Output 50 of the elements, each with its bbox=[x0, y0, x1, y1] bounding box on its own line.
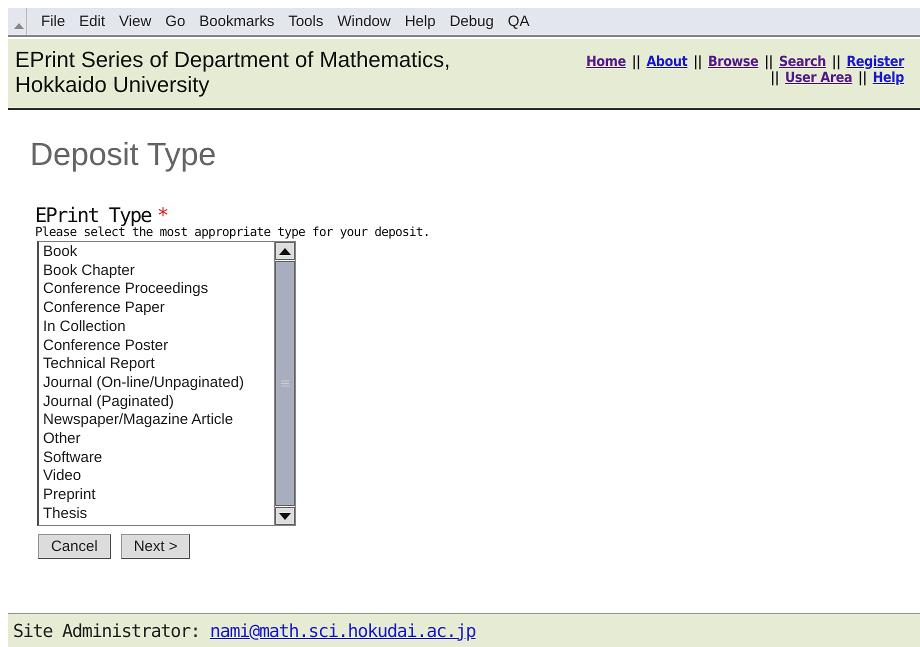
site-title: Hokkaido University bbox=[15, 72, 210, 98]
nav-separator: || bbox=[858, 70, 867, 86]
menu-item[interactable]: Debug bbox=[450, 13, 494, 30]
menu-item[interactable]: Help bbox=[404, 13, 436, 30]
list-option[interactable]: Journal (On-line/Unpaginated) bbox=[43, 374, 274, 393]
list-option[interactable]: Conference Proceedings bbox=[43, 280, 274, 300]
menu-item[interactable]: Go bbox=[165, 13, 186, 30]
nav-separator: || bbox=[764, 54, 773, 70]
list-option[interactable]: Other bbox=[43, 430, 274, 449]
nav-link[interactable]: About bbox=[646, 54, 688, 70]
list-option[interactable]: Conference Paper bbox=[43, 299, 274, 318]
list-option[interactable]: Thesis bbox=[43, 504, 274, 524]
menu-item[interactable]: View bbox=[119, 13, 152, 30]
list-option[interactable]: Book Chapter bbox=[43, 262, 274, 280]
footer-label: Site Administrator: bbox=[13, 620, 200, 642]
menu-item[interactable]: File bbox=[41, 13, 66, 30]
nav-link[interactable]: User Area bbox=[785, 70, 852, 86]
list-option[interactable]: Book bbox=[43, 243, 274, 262]
list-option[interactable]: Journal (Paginated) bbox=[43, 392, 274, 412]
nav-link[interactable]: Browse bbox=[708, 54, 758, 70]
menu-item[interactable]: Bookmarks bbox=[199, 13, 274, 30]
list-option[interactable]: In Collection bbox=[43, 318, 274, 337]
nav-separator: || bbox=[693, 54, 702, 70]
nav-link[interactable]: Register bbox=[846, 54, 904, 70]
form-button[interactable]: Next > bbox=[120, 534, 190, 559]
list-option[interactable]: Video bbox=[43, 467, 274, 486]
nav-separator: || bbox=[632, 54, 640, 70]
menu-item[interactable]: Tools bbox=[288, 13, 324, 30]
list-option[interactable]: Newspaper/Magazine Article bbox=[43, 411, 274, 430]
type-listbox[interactable] bbox=[37, 241, 296, 526]
menu-item[interactable]: QA bbox=[508, 13, 530, 30]
page-title: Deposit Type bbox=[30, 136, 218, 173]
list-option[interactable]: Technical Report bbox=[43, 355, 274, 374]
nav-separator: || bbox=[832, 54, 841, 70]
form-button[interactable]: Cancel bbox=[38, 534, 111, 559]
scroll-thumb[interactable] bbox=[275, 261, 295, 506]
nav-link[interactable]: Home bbox=[586, 54, 626, 70]
email-link[interactable]: nami@math.sci.hokudai.ac.jp bbox=[210, 620, 476, 642]
list-option[interactable]: Conference Poster bbox=[43, 336, 274, 356]
field-help: Please select the most appropriate type for your deposit. bbox=[35, 225, 431, 239]
site-title: EPrint Series of Department of Mathematics, bbox=[15, 46, 450, 74]
nav-link[interactable]: Search bbox=[778, 54, 826, 70]
field-label: EPrint Type bbox=[35, 203, 151, 227]
list-option[interactable]: Software bbox=[43, 448, 274, 468]
nav-separator: || bbox=[770, 70, 779, 86]
nav-link[interactable]: Help bbox=[872, 70, 904, 86]
menu-item[interactable]: Window bbox=[337, 13, 391, 30]
menu-item[interactable]: Edit bbox=[79, 13, 106, 30]
required-mark: * bbox=[156, 203, 169, 227]
list-option[interactable]: Preprint bbox=[43, 486, 274, 505]
